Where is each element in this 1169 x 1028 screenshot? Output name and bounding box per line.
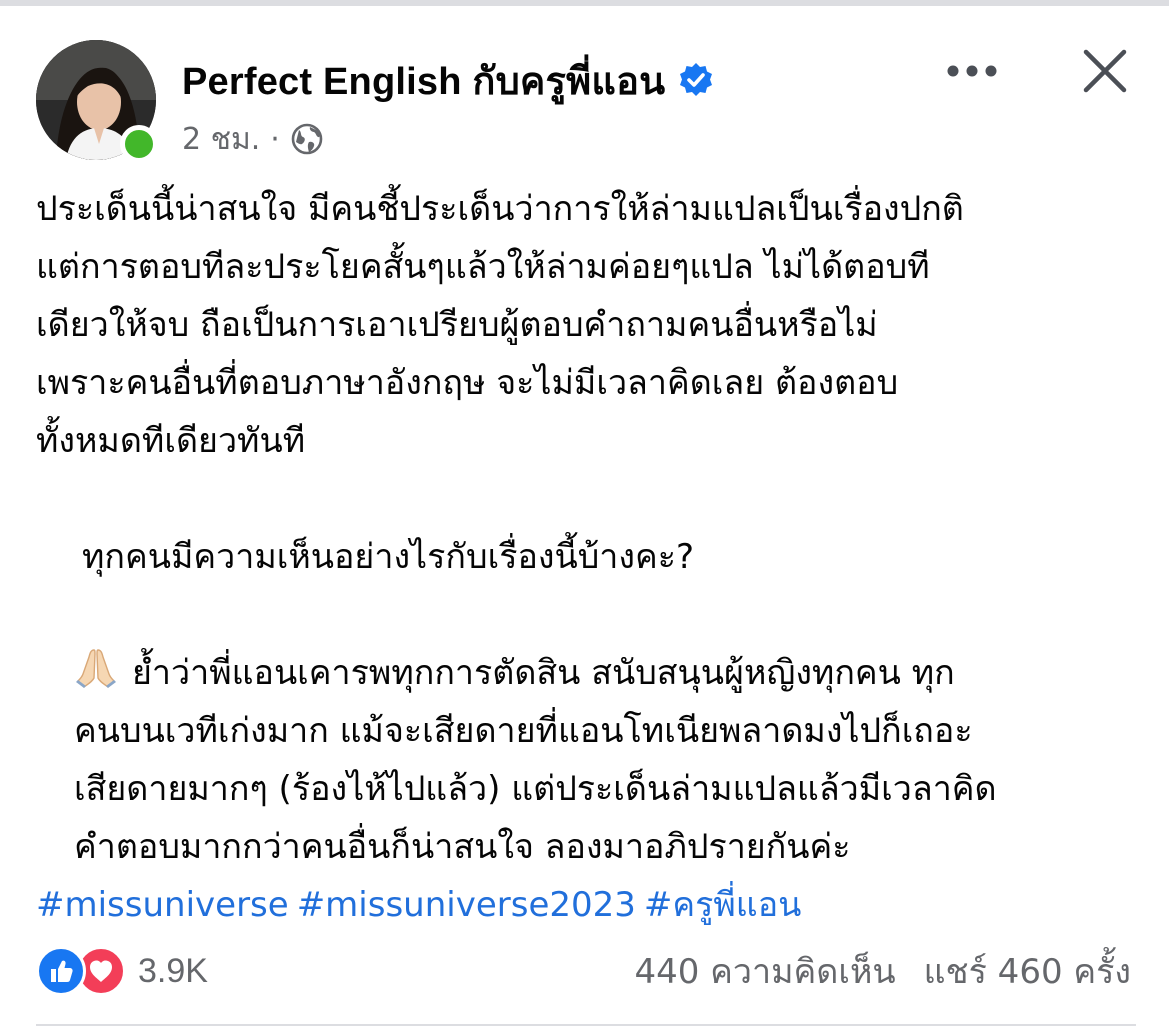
- more-options-button[interactable]: [940, 46, 1004, 96]
- online-status-dot: [120, 125, 158, 163]
- post-timestamp[interactable]: 2 ชม.: [182, 116, 260, 163]
- hashtag-list: #missuniverse #missuniverse2023 #ครูพี่แอน: [36, 876, 1136, 934]
- comments-count[interactable]: 440 ความคิดเห็น: [634, 944, 895, 998]
- shares-count[interactable]: แชร์ 460 ครั้ง: [924, 944, 1131, 998]
- page-name-row: Perfect English กับครูพี่แอน: [182, 52, 715, 108]
- post-paragraph-2: ทุกคนมีความเห็นอย่างไรกับเรื่องนี้บ้างคะ…: [82, 537, 695, 577]
- post-paragraph-3-wrapper: ย้ำว่าพี่แอนเคารพทุกการตัดสิน สนับสนุนผู…: [36, 644, 1136, 876]
- globe-icon[interactable]: [290, 122, 324, 156]
- like-icon: [36, 946, 86, 996]
- hashtag-link[interactable]: #missuniverse2023: [297, 885, 636, 925]
- verified-badge-icon: [677, 61, 715, 99]
- post-footer: 3.9K 440 ความคิดเห็น แชร์ 460 ครั้ง: [0, 930, 1169, 1010]
- post-paragraph-3: ย้ำว่าพี่แอนเคารพทุกการตัดสิน สนับสนุนผู…: [74, 653, 997, 867]
- more-dots-icon: [947, 65, 997, 77]
- hashtag-link[interactable]: #ครูพี่แอน: [644, 885, 801, 925]
- post-header: Perfect English กับครูพี่แอน 2 ชม. ·: [0, 0, 1169, 180]
- folded-hands-icon: [74, 646, 118, 690]
- post-body: ประเด็นนี้น่าสนใจ มีคนชี้ประเด็นว่าการให…: [36, 180, 1136, 934]
- reactions-summary[interactable]: 3.9K: [36, 944, 208, 998]
- engagement-stats: 440 ความคิดเห็น แชร์ 460 ครั้ง: [634, 944, 1131, 998]
- hashtag-link[interactable]: #missuniverse: [36, 885, 289, 925]
- post-paragraph-1: ประเด็นนี้น่าสนใจ มีคนชี้ประเด็นว่าการให…: [36, 189, 964, 461]
- close-button[interactable]: [1074, 40, 1136, 102]
- post-meta: 2 ชม. ·: [182, 116, 324, 162]
- close-icon: [1083, 49, 1127, 93]
- meta-separator: ·: [270, 121, 280, 157]
- bottom-divider: [36, 1024, 1136, 1026]
- page-name[interactable]: Perfect English กับครูพี่แอน: [182, 50, 665, 111]
- reaction-count: 3.9K: [138, 951, 208, 990]
